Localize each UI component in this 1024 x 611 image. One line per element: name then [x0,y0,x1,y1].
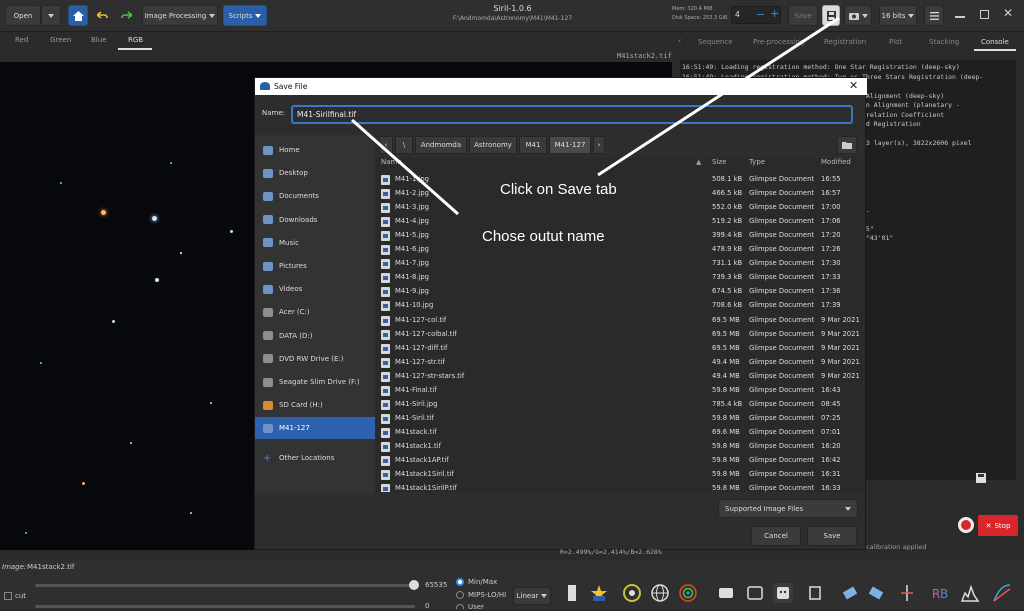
radio-user-label: User [468,603,484,611]
annotation-arrows [351,16,840,216]
image-value: M41stack2.tif [27,563,75,571]
rotate-icon[interactable] [840,583,860,603]
globe-icon[interactable] [650,583,670,603]
channel-split-icon[interactable]: RB [930,583,950,603]
min-slider[interactable] [35,605,415,608]
curves-icon[interactable] [992,583,1012,603]
stretch-select[interactable]: Linear [513,587,551,605]
cut-label: cut [15,592,27,600]
crop-icon[interactable] [805,583,825,603]
display-icon[interactable] [745,583,765,603]
radio-mips-label: MIPS-LO/HI [468,591,507,599]
radio-mips[interactable] [456,591,464,599]
cut-checkbox[interactable] [4,592,12,600]
max-slider[interactable] [35,580,419,590]
arrow-to-filename [351,118,459,216]
star-highlight-icon[interactable] [589,583,609,603]
annotation-save-tab: Click on Save tab [500,181,617,198]
arrow-to-save-button [597,16,840,177]
radio-min-max-label: Min/Max [468,578,498,586]
max-value: 65535 [425,581,448,589]
mirror-icon[interactable] [866,583,886,603]
stretch-label: Linear [516,592,539,600]
flip-icon[interactable] [897,583,917,603]
chevron-down-icon [541,594,548,598]
target-icon[interactable] [678,583,698,603]
annotation-output-name: Chose outut name [482,228,605,245]
negative-view-icon[interactable] [773,583,793,603]
rgb-readout: R=2.499%/G=2.414%/B=2.628% [560,548,662,556]
radio-min-max[interactable] [456,578,464,586]
histogram-icon[interactable] [960,583,980,603]
svg-text:B: B [940,587,948,601]
image-label: Image: [2,563,27,571]
max-slider-handle[interactable] [409,580,419,590]
radio-user[interactable] [456,604,464,609]
auto-stretch-icon[interactable] [562,583,582,603]
monitor-icon[interactable] [716,583,736,603]
photometry-icon[interactable] [622,583,642,603]
